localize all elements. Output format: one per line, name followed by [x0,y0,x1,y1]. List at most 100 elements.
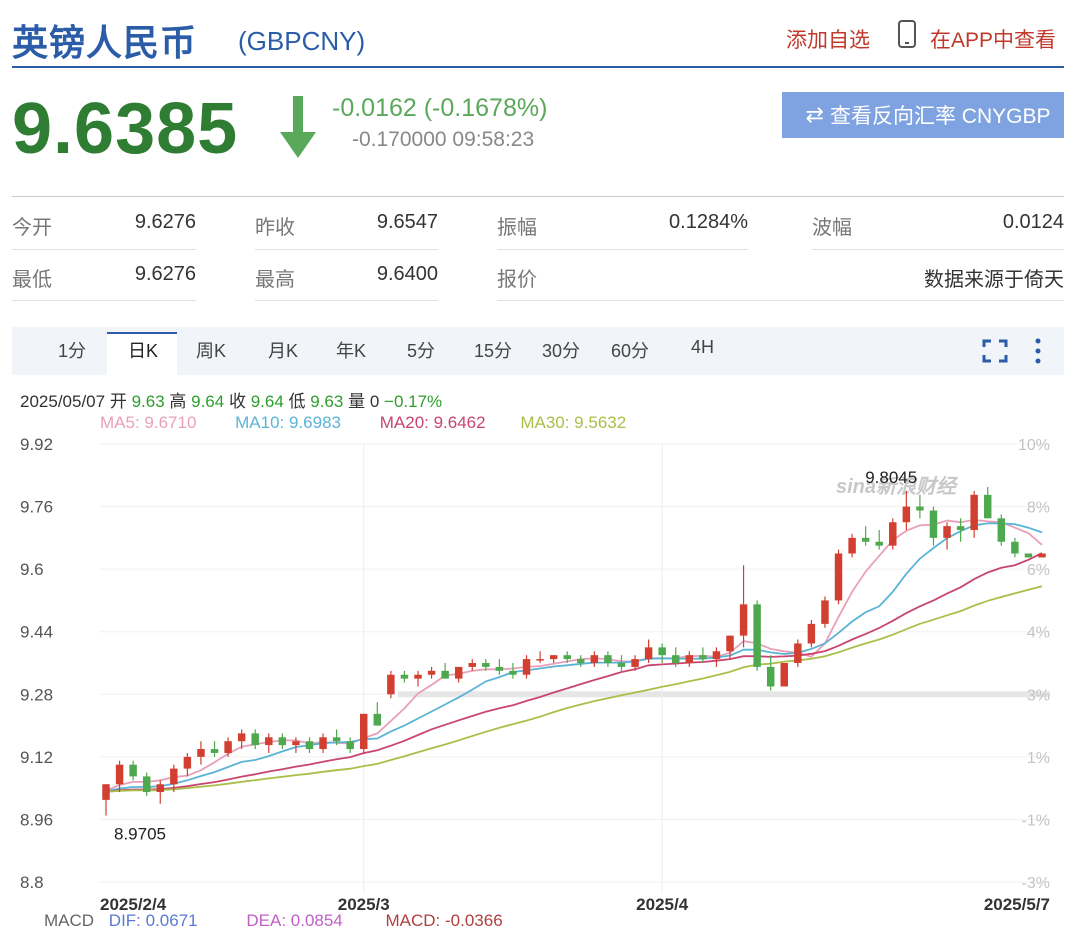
candle [224,737,232,757]
reverse-rate-button[interactable]: ⇄ 查看反向汇率 CNYGBP [782,92,1064,138]
fullscreen-icon[interactable] [982,339,1008,363]
data-source: 数据来源于倚天 [924,269,1064,291]
candle [658,643,666,663]
candle-body [414,674,422,679]
tab-30min[interactable]: 30分 [542,337,580,363]
candle [997,514,1006,546]
candle-body [102,784,110,800]
price-band [398,691,1050,698]
candle-body [807,623,816,644]
tab-5min[interactable]: 5分 [407,337,435,363]
tab-4h[interactable]: 4H [691,337,714,358]
prev-close-value: 9.6547 [376,211,438,233]
row-divider [255,249,438,250]
candle-body [821,600,829,624]
candle [265,733,273,753]
candle-body [956,526,965,531]
macd-label: MACD [44,911,95,930]
high-label: 最高 [255,269,295,291]
candle-body [753,604,761,667]
candle-body [726,635,734,652]
low-label: 低 [288,392,306,411]
open-label: 今开 [12,217,52,239]
candle-body [997,518,1006,542]
tab-year[interactable]: 年K [336,337,366,363]
extreme-value-label: 8.9705 [114,824,166,843]
candle [712,647,721,667]
tab-month[interactable]: 月K [268,337,298,363]
view-in-app-link[interactable]: 在APP中查看 [930,24,1056,54]
candle-body [441,670,449,679]
candle [400,670,409,683]
y-right-tick-label: 4% [1027,625,1050,642]
candle-body [834,553,843,601]
candle-body [1011,541,1019,554]
y-tick-label: 9.6 [20,560,44,579]
candle-body [292,741,300,746]
candle [536,651,544,663]
candle-body [590,655,599,663]
candle-body [319,737,327,750]
tab-60min[interactable]: 60分 [611,337,649,363]
y-right-tick-label: 10% [1018,437,1050,454]
candle [875,530,883,550]
y-right-tick-label: 1% [1027,750,1050,767]
candle [468,659,476,671]
candle [305,737,314,753]
candle [509,663,517,679]
candle-body [400,674,409,679]
row-divider [12,300,196,301]
add-favorite-link[interactable]: 添加自选 [786,24,870,54]
y-right-tick-label: 3% [1027,687,1050,704]
candle [102,784,110,816]
page-title: 英镑人民币 [12,22,198,63]
x-tick-label: 2025/5/7 [984,895,1050,910]
candle-body [780,663,788,687]
header-divider [12,66,1064,68]
reverse-rate-label: 查看反向汇率 CNYGBP [829,105,1051,128]
more-options-icon[interactable] [1032,337,1044,365]
candle-body [631,659,639,667]
ohlc-summary: 2025/05/07 开 9.63 高 9.64 收 9.64 低 9.63 量… [20,387,442,412]
candle-body [672,655,680,663]
macd-legend: MACD DIF: 0.0671 DEA: 0.0854 MACD: -0.03… [44,911,503,931]
x-tick-label: 2025/2/4 [100,895,167,910]
candle-body [902,506,911,523]
candle-body [658,647,666,656]
y-tick-label: 8.8 [20,873,44,892]
candle-body [509,670,517,675]
candle-body [427,670,436,675]
swap-icon: ⇄ [805,102,824,127]
tab-day[interactable]: 日K [128,337,158,363]
ma10-line [105,522,1043,793]
candle [156,780,164,804]
candle-body [265,737,273,746]
candle [794,639,802,667]
y-tick-label: 9.28 [20,685,53,704]
down-arrow-icon [280,96,316,158]
candle-body [170,768,178,785]
candle-body [197,749,205,757]
candle [387,670,395,699]
price-change: -0.0162 (-0.1678%) [332,94,548,122]
ohlc-high: 9.64 [191,392,225,411]
candle-body [861,537,870,542]
candle-body [482,663,490,667]
candle [604,651,612,667]
tab-1min[interactable]: 1分 [58,337,86,363]
candle-body [468,663,476,667]
candle-body [237,733,246,742]
candle [617,655,626,671]
low-value: 9.6276 [134,263,196,285]
tab-15min[interactable]: 15分 [474,337,512,363]
candle [549,655,558,663]
amplitude-value: 0.1284% [669,211,748,233]
candle-body [156,784,164,793]
row-divider [12,249,196,250]
y-tick-label: 9.12 [20,748,53,767]
candle [346,737,354,753]
tab-week[interactable]: 周K [196,337,226,363]
candle-body [889,522,897,546]
candle-body [794,643,802,663]
candle-body [929,510,938,538]
